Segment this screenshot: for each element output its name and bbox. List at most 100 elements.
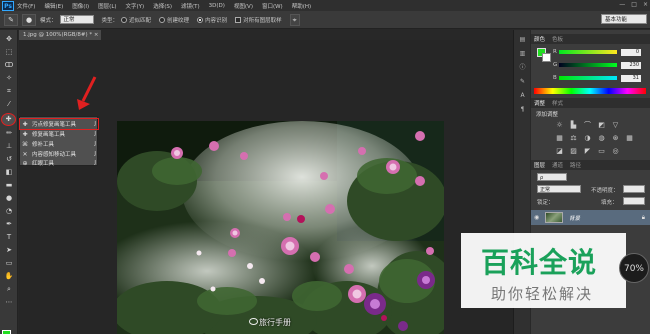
- selective-color-icon[interactable]: ◎: [611, 147, 620, 155]
- brush-panel-icon[interactable]: ✎: [518, 78, 527, 86]
- blur-tool-icon[interactable]: ●: [3, 193, 15, 203]
- photo-canvas[interactable]: 旅行手册: [117, 121, 444, 334]
- menu-image[interactable]: 图像(I): [72, 2, 89, 10]
- menu-layer[interactable]: 图层(L): [98, 2, 116, 10]
- menu-file[interactable]: 文件(F): [17, 2, 35, 10]
- tab-adjustments[interactable]: 调整: [534, 99, 545, 107]
- tool-preset-icon[interactable]: ✎: [4, 13, 18, 26]
- move-tool-icon[interactable]: ✥: [3, 34, 15, 44]
- close-icon[interactable]: ×: [643, 1, 648, 8]
- document-tab[interactable]: 1.jpg @ 100%(RGB/8#) * ×: [19, 30, 101, 40]
- mode-select[interactable]: 正常: [59, 15, 94, 24]
- flyout-item-patch[interactable]: ⌘ 修补工具 J: [20, 139, 99, 149]
- eraser-tool-icon[interactable]: ◧: [3, 167, 15, 177]
- flyout-item-label: 修补工具: [32, 142, 55, 148]
- shape-tool-icon[interactable]: ▭: [3, 258, 15, 268]
- history-panel-icon[interactable]: ▤: [518, 36, 527, 44]
- menu-type[interactable]: 文字(Y): [126, 2, 145, 10]
- more-tools-icon[interactable]: ⋯: [3, 297, 15, 307]
- gradient-tool-icon[interactable]: ▬: [3, 180, 15, 190]
- slider-track[interactable]: [559, 50, 617, 54]
- marquee-tool-icon[interactable]: ⬚: [3, 47, 15, 57]
- black-white-icon[interactable]: ◑: [583, 134, 592, 142]
- menu-help[interactable]: 帮助(H): [292, 2, 311, 10]
- tab-paths[interactable]: 路径: [570, 161, 581, 169]
- healing-tool-icon[interactable]: ✚: [1, 113, 16, 126]
- radio-proximity-match[interactable]: 近似匹配: [121, 16, 151, 24]
- minimize-icon[interactable]: —: [619, 1, 625, 8]
- crop-tool-icon[interactable]: ⌗: [3, 86, 15, 96]
- fill-field[interactable]: [623, 197, 645, 205]
- radio-create-texture[interactable]: 创建纹理: [159, 16, 189, 24]
- color-spectrum-bar[interactable]: [534, 88, 646, 94]
- layer-name[interactable]: 背景: [569, 214, 580, 222]
- properties-panel-icon[interactable]: ▥: [518, 50, 527, 58]
- color-panel-background-swatch[interactable]: [542, 53, 551, 62]
- menu-edit[interactable]: 编辑(E): [44, 2, 63, 10]
- gradient-map-icon[interactable]: ▭: [597, 147, 606, 155]
- brush-size-icon[interactable]: ●: [22, 13, 36, 26]
- posterize-icon[interactable]: ▨: [569, 147, 578, 155]
- slider-value[interactable]: 0: [621, 48, 641, 56]
- foreground-color-swatch[interactable]: [2, 330, 11, 334]
- menu-window[interactable]: 窗口(W): [262, 2, 283, 10]
- photo-filter-icon[interactable]: ◍: [597, 134, 606, 142]
- tab-styles[interactable]: 样式: [552, 99, 563, 107]
- channel-mixer-icon[interactable]: ⊛: [611, 134, 620, 142]
- slider-blue[interactable]: B 31: [553, 74, 648, 82]
- curves-icon[interactable]: ⌒: [583, 121, 592, 129]
- path-select-tool-icon[interactable]: ➤: [3, 245, 15, 255]
- layer-row-background[interactable]: ◉ 背景 🔒︎: [531, 210, 650, 225]
- radio-proximity-label: 近似匹配: [129, 17, 152, 24]
- clone-stamp-tool-icon[interactable]: ⊥: [3, 141, 15, 151]
- type-tool-icon[interactable]: T: [3, 232, 15, 242]
- flyout-item-red-eye[interactable]: ⊕ 红眼工具 J: [20, 158, 99, 168]
- color-lookup-icon[interactable]: ▦: [625, 134, 634, 142]
- tab-channels[interactable]: 通道: [552, 161, 563, 169]
- menu-view[interactable]: 视图(V): [234, 2, 253, 10]
- tab-swatches[interactable]: 色板: [552, 35, 563, 43]
- hand-tool-icon[interactable]: ✋: [3, 271, 15, 281]
- slider-track[interactable]: [559, 63, 617, 67]
- exposure-icon[interactable]: ◩: [597, 121, 606, 129]
- layer-filter-select[interactable]: ρ: [537, 173, 567, 181]
- tab-layers[interactable]: 图层: [534, 161, 545, 169]
- flyout-item-healing-brush[interactable]: ✚ 修复画笔工具 J: [20, 129, 99, 139]
- menu-filter[interactable]: 滤镜(T): [181, 2, 200, 10]
- invert-icon[interactable]: ◪: [555, 147, 564, 155]
- menu-select[interactable]: 选择(S): [153, 2, 172, 10]
- quick-select-tool-icon[interactable]: ✧: [3, 73, 15, 83]
- maximize-icon[interactable]: □: [631, 1, 637, 8]
- slider-value[interactable]: 230: [621, 61, 641, 69]
- blend-mode-select[interactable]: 正常: [537, 185, 581, 193]
- slider-green[interactable]: G 230: [553, 61, 648, 69]
- opacity-field[interactable]: [623, 185, 645, 193]
- lasso-tool-icon[interactable]: ↀ: [3, 60, 15, 70]
- slider-red[interactable]: R 0: [553, 48, 648, 56]
- zoom-tool-icon[interactable]: ⌕: [3, 284, 15, 294]
- pressure-icon[interactable]: ⌖: [289, 13, 300, 26]
- info-panel-icon[interactable]: ⓘ: [518, 64, 527, 72]
- color-balance-icon[interactable]: ⚖: [569, 134, 578, 142]
- radio-content-aware[interactable]: 内容识别: [197, 16, 227, 24]
- pen-tool-icon[interactable]: ✒: [3, 219, 15, 229]
- eyedropper-tool-icon[interactable]: ⁄: [3, 99, 15, 109]
- brightness-icon[interactable]: ☼: [555, 121, 564, 129]
- sample-all-layers-checkbox[interactable]: 对所有图层取样: [235, 16, 282, 24]
- workspace-select[interactable]: 基本功能: [601, 14, 647, 24]
- character-panel-icon[interactable]: A: [518, 92, 527, 100]
- slider-value[interactable]: 31: [621, 74, 641, 82]
- threshold-icon[interactable]: ◤: [583, 147, 592, 155]
- tab-color[interactable]: 颜色: [534, 35, 545, 43]
- vibrance-icon[interactable]: ▽: [611, 121, 620, 129]
- menu-3d[interactable]: 3D(D): [209, 3, 225, 9]
- brush-tool-icon[interactable]: ✏: [3, 128, 15, 138]
- adjustments-panel-header: 调整 样式: [531, 98, 650, 108]
- eye-icon[interactable]: ◉: [534, 214, 539, 221]
- hue-saturation-icon[interactable]: ▦: [555, 134, 564, 142]
- levels-icon[interactable]: ▙: [569, 121, 578, 129]
- history-brush-tool-icon[interactable]: ↺: [3, 154, 15, 164]
- paragraph-panel-icon[interactable]: ¶: [518, 106, 527, 114]
- slider-track[interactable]: [559, 76, 617, 80]
- dodge-tool-icon[interactable]: ◔: [3, 206, 15, 216]
